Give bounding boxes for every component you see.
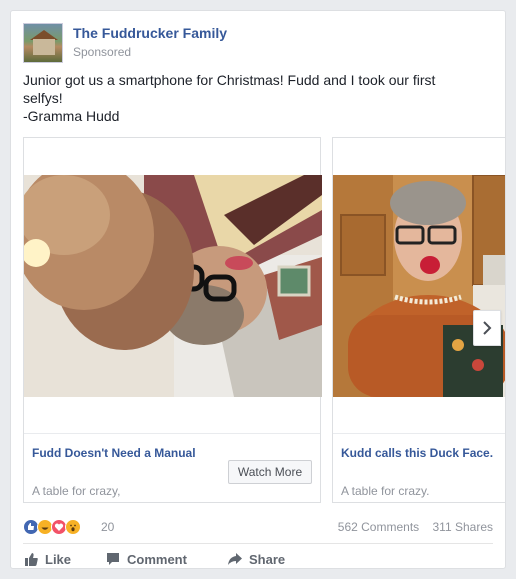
carousel-next-button[interactable] [473, 310, 501, 346]
like-label: Like [45, 551, 72, 567]
card-divider [24, 433, 320, 434]
engagement-stats: 20 562 Comments 311 Shares [23, 519, 493, 537]
reaction-icons[interactable] [23, 519, 81, 535]
wow-icon [65, 519, 81, 535]
watch-more-button[interactable]: Watch More [228, 460, 312, 484]
message-line: selfys! [23, 90, 63, 106]
share-button[interactable]: Share [227, 551, 285, 567]
comments-count-link[interactable]: 562 Comments [338, 520, 419, 534]
sponsored-post-card: The Fuddrucker Family Sponsored Junior g… [10, 10, 506, 569]
action-bar: Like Comment Share [23, 551, 493, 568]
share-label: Share [249, 551, 286, 567]
comment-label: Comment [127, 551, 187, 567]
comment-icon [107, 553, 119, 565]
card-description: A table for crazy, [32, 484, 121, 498]
share-icon [228, 553, 242, 565]
thumbs-up-icon [25, 553, 38, 566]
message-line: -Gramma Hudd [23, 108, 120, 124]
sponsored-label[interactable]: Sponsored [73, 45, 131, 59]
house-body [33, 39, 55, 55]
card-title-link[interactable]: Kudd calls this Duck Face. [341, 446, 493, 460]
reaction-count[interactable]: 20 [101, 520, 114, 534]
page-avatar[interactable] [23, 23, 63, 63]
message-line: Junior got us a smartphone for Christmas… [23, 72, 436, 88]
comment-button[interactable]: Comment [105, 551, 187, 567]
carousel-card[interactable]: Fudd Doesn't Need a Manual Watch More A … [23, 137, 322, 503]
comment-share-stats: 562 Comments 311 Shares [328, 520, 493, 534]
card-image[interactable] [24, 175, 322, 397]
post-message: Junior got us a smartphone for Christmas… [23, 71, 493, 125]
carousel: Fudd Doesn't Need a Manual Watch More A … [23, 137, 505, 507]
card-divider [333, 433, 505, 434]
chevron-right-icon [483, 321, 492, 335]
card-image[interactable] [333, 175, 505, 397]
card-title-link[interactable]: Fudd Doesn't Need a Manual [32, 446, 196, 460]
post-header: The Fuddrucker Family Sponsored [23, 23, 483, 65]
shares-count-link[interactable]: 311 Shares [433, 520, 494, 534]
like-button[interactable]: Like [23, 551, 71, 567]
page-name-link[interactable]: The Fuddrucker Family [73, 25, 227, 41]
card-description: A table for crazy. [341, 484, 430, 498]
divider [23, 543, 493, 544]
